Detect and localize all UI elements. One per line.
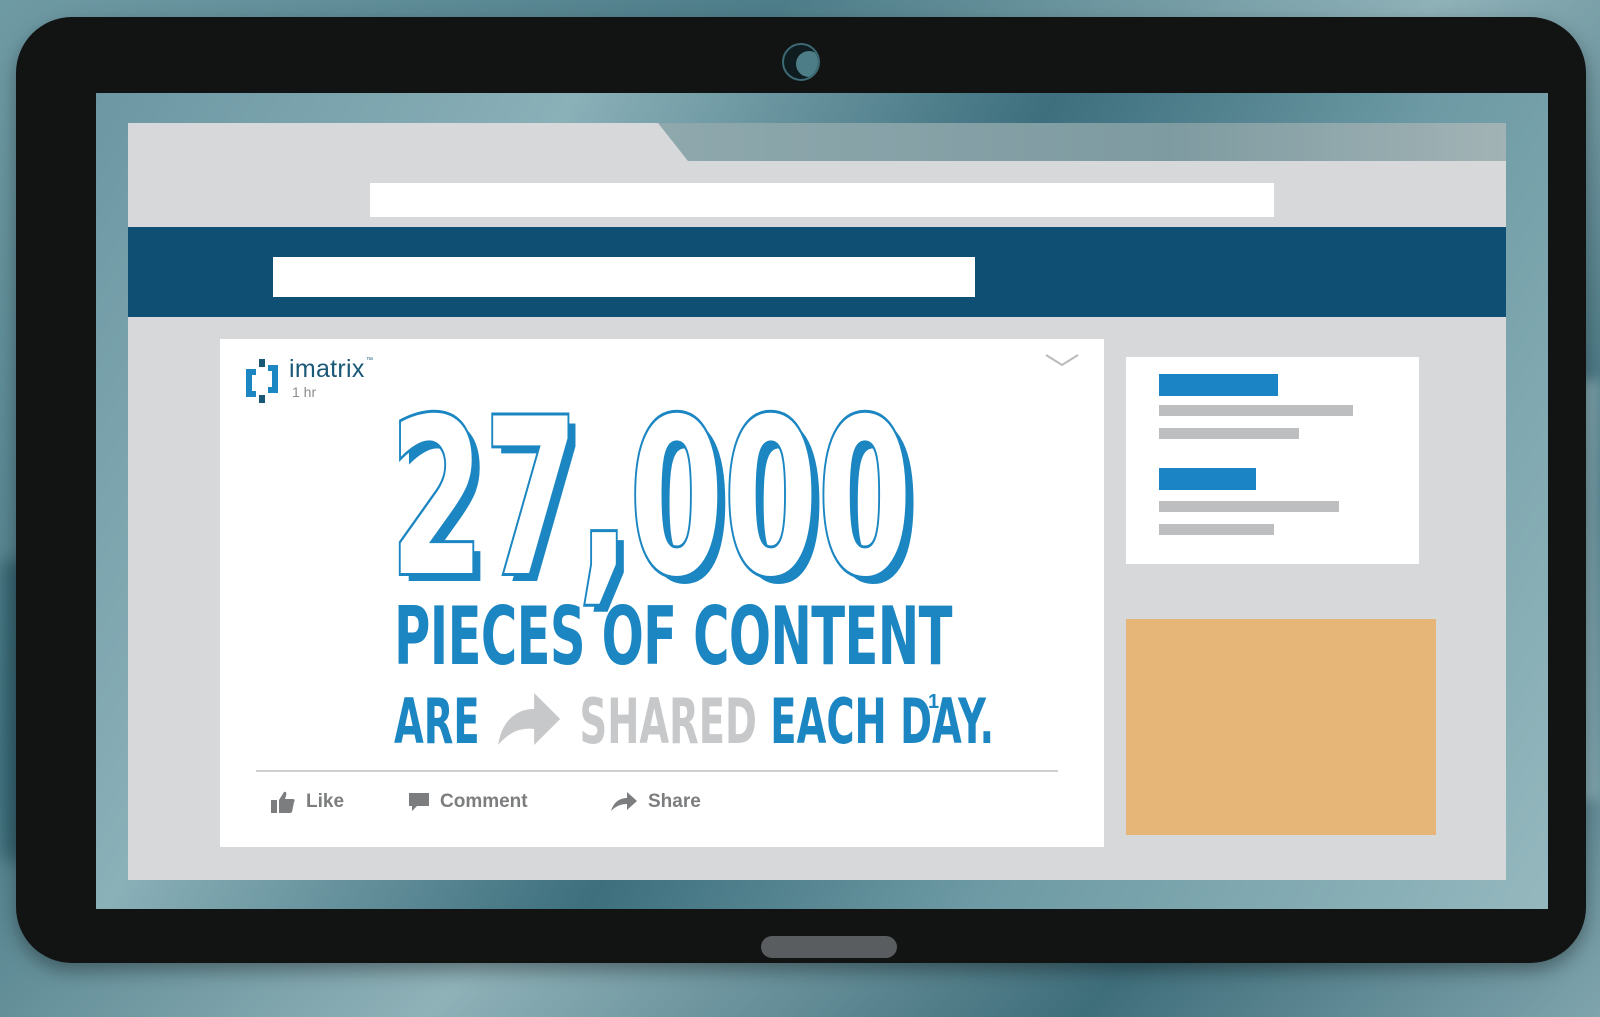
post-divider: [256, 770, 1058, 772]
comment-icon: [409, 793, 429, 811]
header-search-input[interactable]: [273, 257, 975, 297]
comment-button[interactable]: Comment: [408, 787, 528, 817]
chevron-down-icon[interactable]: [1044, 351, 1080, 371]
comment-label: Comment: [440, 791, 528, 812]
home-button[interactable]: [761, 936, 897, 958]
share-arrow-icon: [497, 693, 560, 745]
camera-icon: [782, 43, 820, 81]
thumbs-up-icon: [271, 791, 295, 813]
tablet-screen: imatrix ™ 1 hr 27,000 27,000 PIECES OF C…: [96, 93, 1548, 909]
address-bar[interactable]: [370, 183, 1274, 217]
headline-line-1: PIECES OF CONTENT: [394, 590, 952, 683]
sidebar-item-text: [1159, 405, 1353, 416]
big-number-text: 27,000: [390, 373, 912, 619]
trademark-symbol: ™: [366, 357, 373, 364]
tablet-frame: imatrix ™ 1 hr 27,000 27,000 PIECES OF C…: [16, 17, 1586, 963]
footnote-marker: 1: [928, 691, 940, 713]
sidebar-item-text: [1159, 501, 1339, 512]
browser-tab[interactable]: [658, 123, 1506, 161]
like-button[interactable]: Like: [270, 787, 344, 817]
sidebar-item-title[interactable]: [1159, 374, 1278, 396]
site-header: [128, 227, 1506, 317]
browser-window: imatrix ™ 1 hr 27,000 27,000 PIECES OF C…: [128, 123, 1506, 880]
headline-each-day: EACH DAY.: [770, 685, 995, 758]
sidebar-ad-block[interactable]: [1126, 619, 1436, 835]
sidebar-item-text: [1159, 524, 1274, 535]
share-arrow-icon: [611, 792, 637, 811]
brand-name[interactable]: imatrix: [289, 355, 365, 384]
headline-line-2: ARE SHARED EACH DAY.: [394, 689, 994, 753]
like-label: Like: [306, 791, 345, 812]
share-label: Share: [648, 791, 701, 812]
headline-shared: SHARED: [579, 685, 757, 758]
post-timestamp[interactable]: 1 hr: [292, 384, 316, 400]
post-card: imatrix ™ 1 hr 27,000 27,000 PIECES OF C…: [220, 339, 1104, 847]
imatrix-logo-icon: [246, 359, 278, 403]
big-number: 27,000 27,000: [388, 370, 920, 619]
sidebar-item-text: [1159, 428, 1299, 439]
share-button[interactable]: Share: [610, 787, 701, 817]
sidebar-card: [1126, 357, 1419, 564]
sidebar-item-title[interactable]: [1159, 468, 1256, 490]
headline-are: ARE: [394, 685, 480, 758]
